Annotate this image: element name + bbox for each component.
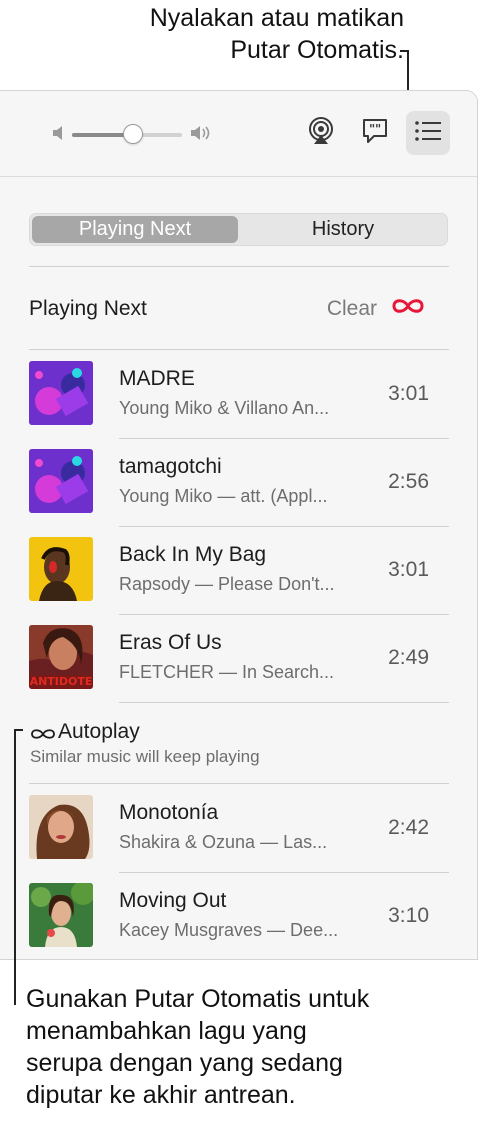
- track-title: Eras Of Us: [119, 631, 222, 654]
- callout-top-line2: Putar Otomatis.: [230, 36, 404, 64]
- lyrics-icon: " ": [360, 116, 390, 151]
- list-item[interactable]: Back In My Bag Rapsody — Please Don't...…: [29, 537, 449, 625]
- divider: [119, 614, 449, 615]
- divider: [119, 526, 449, 527]
- album-art: [29, 537, 93, 601]
- autoplay-title: Autoplay: [58, 720, 140, 743]
- album-art: [29, 449, 93, 513]
- callout-top-leader-tick: [400, 50, 409, 52]
- callout-autoplay-description: Gunakan Putar Otomatis untuk menambahkan…: [26, 983, 466, 1111]
- track-title: tamagotchi: [119, 455, 222, 478]
- clear-button[interactable]: Clear: [327, 297, 377, 321]
- callout-autoplay-toggle: Nyalakan atau matikan Putar Otomatis.: [74, 2, 404, 66]
- airplay-icon: [306, 116, 336, 151]
- autoplay-infinity-icon: [30, 727, 56, 745]
- toolbar: " ": [0, 91, 477, 177]
- queue-segmented-control: Playing Next History: [29, 213, 448, 246]
- list-item[interactable]: MADRE Young Miko & Villano An... 3:01: [29, 361, 449, 449]
- track-subtitle: Kacey Musgraves — Dee...: [119, 920, 339, 940]
- up-next-panel: " " Playing Next History Playing Next Cl…: [0, 90, 478, 960]
- track-subtitle: FLETCHER — In Search...: [119, 662, 335, 682]
- playing-next-title: Playing Next: [29, 297, 147, 320]
- divider: [119, 702, 449, 703]
- queue-button[interactable]: [406, 111, 450, 155]
- album-art-title-text: ANTIDOTE: [30, 675, 93, 688]
- divider: [119, 872, 449, 873]
- track-title: MADRE: [119, 367, 195, 390]
- playing-next-header: Playing Next Clear: [29, 289, 449, 331]
- tab-history[interactable]: History: [240, 216, 446, 243]
- track-subtitle: Young Miko & Villano An...: [119, 398, 330, 418]
- track-subtitle: Shakira & Ozuna — Las...: [119, 832, 328, 852]
- callout-bottom-line1: Gunakan Putar Otomatis untuk: [26, 985, 370, 1013]
- track-duration: 3:01: [388, 382, 429, 405]
- autoplay-toggle-button[interactable]: [389, 293, 427, 323]
- queue-list-icon: [414, 119, 442, 148]
- album-art: ANTIDOTE: [29, 625, 93, 689]
- list-item[interactable]: tamagotchi Young Miko — att. (Appl... 2:…: [29, 449, 449, 537]
- track-title: Back In My Bag: [119, 543, 267, 566]
- divider: [119, 438, 449, 439]
- callout-top-line1: Nyalakan atau matikan: [149, 4, 404, 32]
- callout-bottom-leader: [14, 729, 16, 1005]
- airplay-button[interactable]: [299, 111, 343, 155]
- divider: [29, 783, 449, 784]
- svg-text:": ": [375, 122, 381, 136]
- volume-slider-knob[interactable]: [122, 124, 143, 144]
- album-art: [29, 795, 93, 859]
- divider: [29, 349, 449, 350]
- track-duration: 3:10: [388, 904, 429, 927]
- track-title: Monotonía: [119, 801, 219, 824]
- callout-bottom-line3: serupa dengan yang sedang: [26, 1049, 343, 1077]
- album-art: [29, 361, 93, 425]
- tab-playing-next[interactable]: Playing Next: [32, 216, 238, 243]
- list-item[interactable]: Moving Out Kacey Musgraves — Dee... 3:10: [29, 883, 449, 959]
- track-subtitle: Rapsody — Please Don't...: [119, 574, 335, 594]
- callout-bottom-line4: diputar ke akhir antrean.: [26, 1081, 296, 1109]
- volume-low-icon: [52, 124, 66, 147]
- track-duration: 2:49: [388, 646, 429, 669]
- album-art: [29, 883, 93, 947]
- track-subtitle: Young Miko — att. (Appl...: [119, 486, 328, 506]
- volume-high-icon: [190, 124, 214, 147]
- list-item[interactable]: Monotonía Shakira & Ozuna — Las... 2:42: [29, 795, 449, 883]
- volume-slider[interactable]: [72, 124, 182, 144]
- list-item[interactable]: ANTIDOTE Eras Of Us FLETCHER — In Search…: [29, 625, 449, 713]
- lyrics-button[interactable]: " ": [353, 111, 397, 155]
- track-duration: 2:42: [388, 816, 429, 839]
- infinity-icon: [391, 297, 425, 320]
- track-duration: 3:01: [388, 558, 429, 581]
- autoplay-subtitle: Similar music will keep playing: [30, 747, 260, 766]
- divider: [29, 266, 449, 267]
- track-duration: 2:56: [388, 470, 429, 493]
- track-title: Moving Out: [119, 889, 227, 912]
- callout-bottom-line2: menambahkan lagu yang: [26, 1017, 307, 1045]
